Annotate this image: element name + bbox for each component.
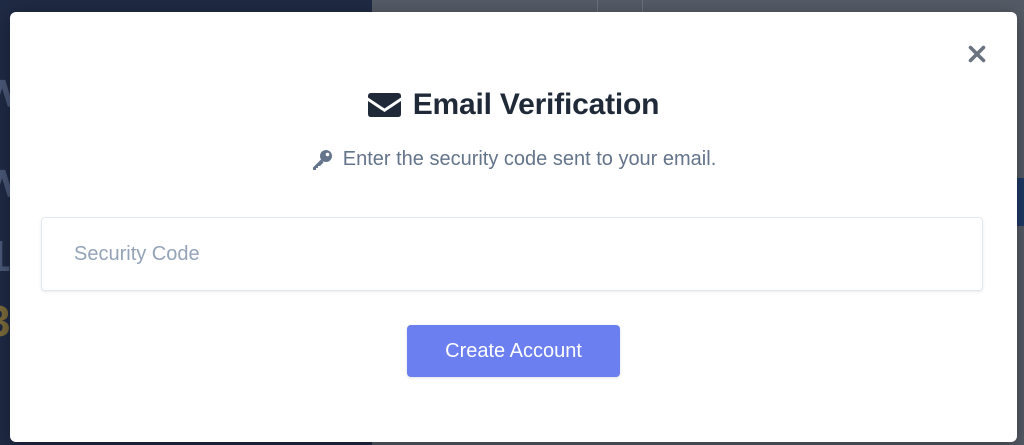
background-accent — [1016, 178, 1024, 226]
instruction-text: Enter the security code sent to your ema… — [342, 148, 717, 170]
background-glyph: 1 — [0, 235, 10, 279]
security-code-input[interactable] — [41, 217, 983, 291]
background-glyph: 3 — [0, 300, 10, 344]
email-verification-modal: Email Verification Enter the security co… — [10, 12, 1017, 442]
key-icon — [312, 149, 332, 170]
modal-title: Email Verification — [412, 88, 660, 121]
create-account-button[interactable]: Create Account — [407, 325, 620, 377]
modal-header: Email Verification — [10, 88, 1017, 122]
close-button[interactable] — [965, 42, 989, 66]
instruction-row: Enter the security code sent to your ema… — [10, 148, 1017, 171]
close-icon[interactable] — [968, 45, 986, 63]
envelope-icon — [367, 93, 401, 117]
